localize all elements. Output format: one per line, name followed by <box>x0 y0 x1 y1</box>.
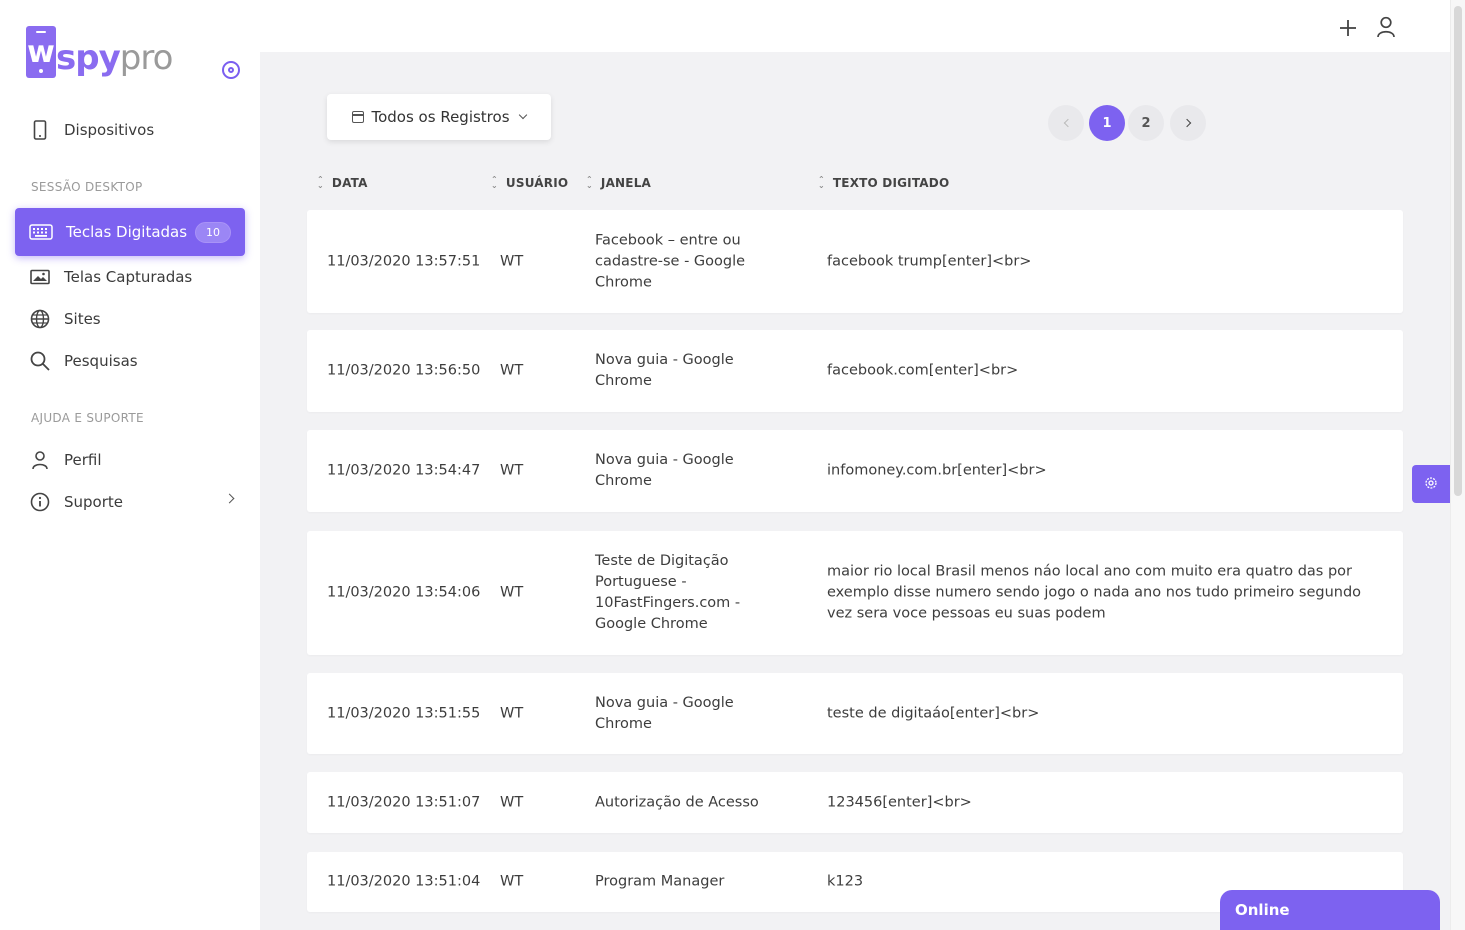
cell-user: WT <box>500 462 524 479</box>
logo-spy-text: spy <box>56 38 121 78</box>
cell-user: WT <box>500 362 524 379</box>
user-icon <box>30 450 50 470</box>
pagination-prev-button[interactable] <box>1048 105 1084 141</box>
cell-user: WT <box>500 705 524 721</box>
cell-window: Nova guia - Google Chrome <box>595 352 734 389</box>
sidebar-item-label: Perfil <box>64 451 102 469</box>
pagination-page-1[interactable]: 1 <box>1089 105 1125 141</box>
chevron-right-icon[interactable] <box>224 493 235 504</box>
cell-typed-text: maior rio local Brasil menos náo local a… <box>827 563 1362 622</box>
column-header-window[interactable]: ⌃ ⌄ JANELA <box>586 175 651 191</box>
sidebar-item-label: Telas Capturadas <box>64 268 193 286</box>
sidebar-toggle-icon[interactable] <box>222 61 240 79</box>
smartphone-icon <box>30 120 50 140</box>
table-row[interactable]: 11/03/2020 13:54:47 WT Nova guia - Googl… <box>307 430 1403 512</box>
scrollbar[interactable] <box>1450 0 1465 930</box>
cell-date: 11/03/2020 13:54:06 <box>327 584 481 601</box>
chevron-down-icon <box>518 110 527 120</box>
sort-icon: ⌃ ⌄ <box>317 175 324 190</box>
cell-date: 11/03/2020 13:51:55 <box>327 705 481 721</box>
sidebar-item-support[interactable]: Suporte <box>30 490 123 514</box>
table-row[interactable]: 11/03/2020 13:54:06 WT Teste de Digitaçã… <box>307 531 1403 655</box>
filter-label: Todos os Registros <box>371 108 510 126</box>
table-row[interactable]: 11/03/2020 13:51:07 WT Autorização de Ac… <box>307 772 1403 833</box>
table-row[interactable]: 11/03/2020 13:56:50 WT Nova guia - Googl… <box>307 330 1403 412</box>
sidebar-item-keystrokes[interactable]: Teclas Digitadas 10 <box>15 208 245 256</box>
cell-window: Nova guia - Google Chrome <box>595 694 734 732</box>
cell-window: Nova guia - Google Chrome <box>595 452 734 489</box>
cell-date: 11/03/2020 13:51:07 <box>327 794 481 810</box>
cell-user: WT <box>500 584 524 601</box>
keystrokes-count-badge: 10 <box>195 221 232 243</box>
logo-mark: w <box>26 26 56 78</box>
sidebar-item-label: Pesquisas <box>64 352 138 370</box>
search-icon <box>30 351 50 371</box>
cell-window: Program Manager <box>595 873 725 890</box>
cell-typed-text: teste de digitaáo[enter]<br> <box>827 705 1040 721</box>
settings-gear-button[interactable] <box>1412 465 1450 503</box>
user-account-icon[interactable] <box>1376 16 1396 38</box>
cell-window: Teste de Digitação Portuguese - 10FastFi… <box>595 553 741 632</box>
cell-window: Facebook – entre ou cadastre-se - Google… <box>595 232 746 290</box>
logo-pro-text: pro <box>119 38 174 78</box>
cell-date: 11/03/2020 13:56:50 <box>327 362 481 379</box>
column-header-date[interactable]: ⌃ ⌄ DATA <box>317 175 368 191</box>
sidebar-item-label: Suporte <box>64 493 124 511</box>
records-filter-dropdown[interactable]: Todos os Registros <box>327 94 551 140</box>
sort-icon: ⌃ ⌄ <box>491 175 498 190</box>
cell-user: WT <box>500 253 524 269</box>
cell-typed-text: facebook trump[enter]<br> <box>827 253 1032 269</box>
sidebar: w spy pro Dispositivos SESSÃO DESKTOP Te… <box>0 0 260 930</box>
sidebar-item-devices[interactable]: Dispositivos <box>30 118 154 142</box>
sidebar-item-screenshots[interactable]: Telas Capturadas <box>30 265 192 289</box>
keyboard-icon <box>29 224 53 240</box>
pagination-page-2[interactable]: 2 <box>1128 105 1164 141</box>
cell-typed-text: facebook.com[enter]<br> <box>827 362 1019 379</box>
info-icon <box>30 492 50 512</box>
gear-icon <box>1424 475 1438 494</box>
calendar-icon <box>352 111 365 123</box>
cell-window: Autorização de Acesso <box>595 794 759 810</box>
table-row[interactable]: 11/03/2020 13:51:55 WT Nova guia - Googl… <box>307 673 1403 754</box>
chevron-right-icon <box>1182 118 1191 128</box>
scrollbar-thumb[interactable] <box>1454 6 1462 496</box>
cell-date: 11/03/2020 13:51:04 <box>327 873 481 890</box>
cell-user: WT <box>500 794 524 810</box>
section-desktop-heading: SESSÃO DESKTOP <box>31 180 143 194</box>
chevron-left-icon <box>1063 118 1072 128</box>
sidebar-item-profile[interactable]: Perfil <box>30 448 102 472</box>
column-header-user[interactable]: ⌃ ⌄ USUÁRIO <box>491 175 568 191</box>
pagination-next-button[interactable] <box>1170 105 1206 141</box>
wspypro-logo[interactable]: w spy pro <box>26 26 174 78</box>
image-icon <box>30 267 50 287</box>
sidebar-item-sites[interactable]: Sites <box>30 307 101 331</box>
cell-typed-text: infomoney.com.br[enter]<br> <box>827 462 1047 479</box>
sidebar-item-label: Sites <box>64 310 101 328</box>
cell-date: 11/03/2020 13:54:47 <box>327 462 481 479</box>
column-header-typed-text[interactable]: ⌃ ⌄ TEXTO DIGITADO <box>818 175 949 191</box>
chat-online-tab[interactable]: Online <box>1220 890 1440 930</box>
cell-typed-text: 123456[enter]<br> <box>827 794 972 810</box>
sidebar-item-label: Teclas Digitadas <box>66 223 188 241</box>
sort-icon: ⌃ ⌄ <box>818 175 825 190</box>
sidebar-item-label: Dispositivos <box>64 121 155 139</box>
table-row[interactable]: 11/03/2020 13:57:51 WT Facebook – entre … <box>307 210 1403 313</box>
section-help-heading: AJUDA E SUPORTE <box>31 411 144 425</box>
cell-user: WT <box>500 873 524 890</box>
sort-icon: ⌃ ⌄ <box>586 175 593 190</box>
plus-icon[interactable] <box>1338 18 1358 38</box>
globe-icon <box>30 309 50 329</box>
sidebar-item-searches[interactable]: Pesquisas <box>30 349 138 373</box>
cell-date: 11/03/2020 13:57:51 <box>327 253 481 269</box>
top-bar <box>260 0 1450 52</box>
